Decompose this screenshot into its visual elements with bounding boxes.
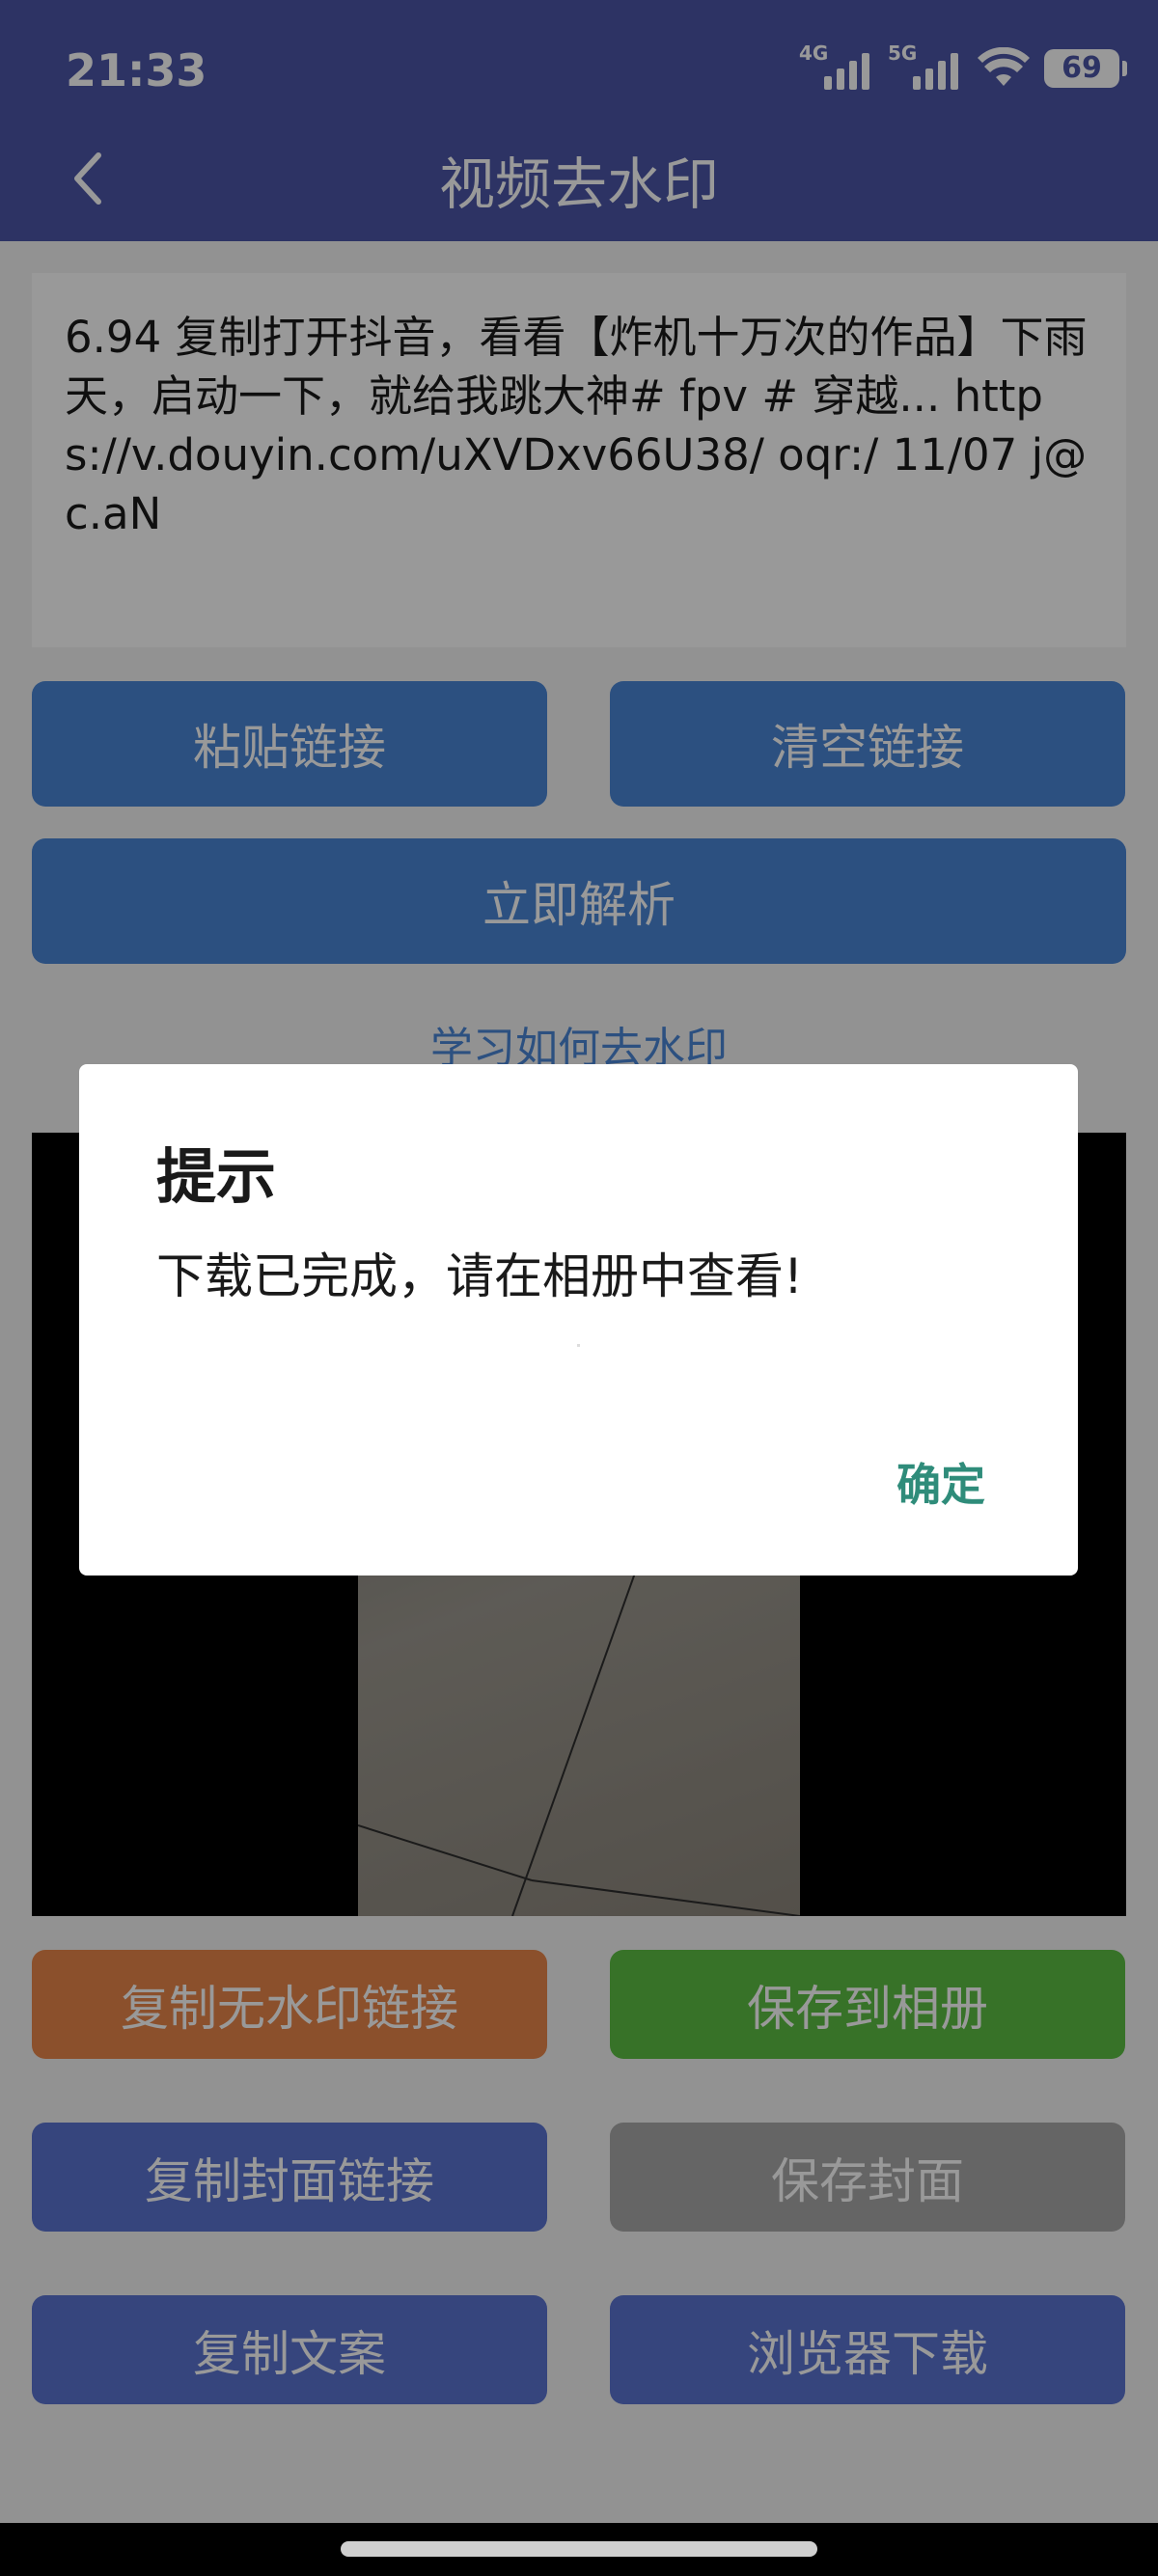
alert-dialog: 提示 下载已完成，请在相册中查看! 确定 [79,1064,1078,1576]
dialog-divider-dot [577,1344,580,1347]
dialog-title: 提示 [156,1141,277,1212]
home-indicator[interactable] [341,2541,817,2557]
confirm-button[interactable]: 确定 [896,1450,985,1514]
dialog-message: 下载已完成，请在相册中查看! [156,1248,804,1304]
